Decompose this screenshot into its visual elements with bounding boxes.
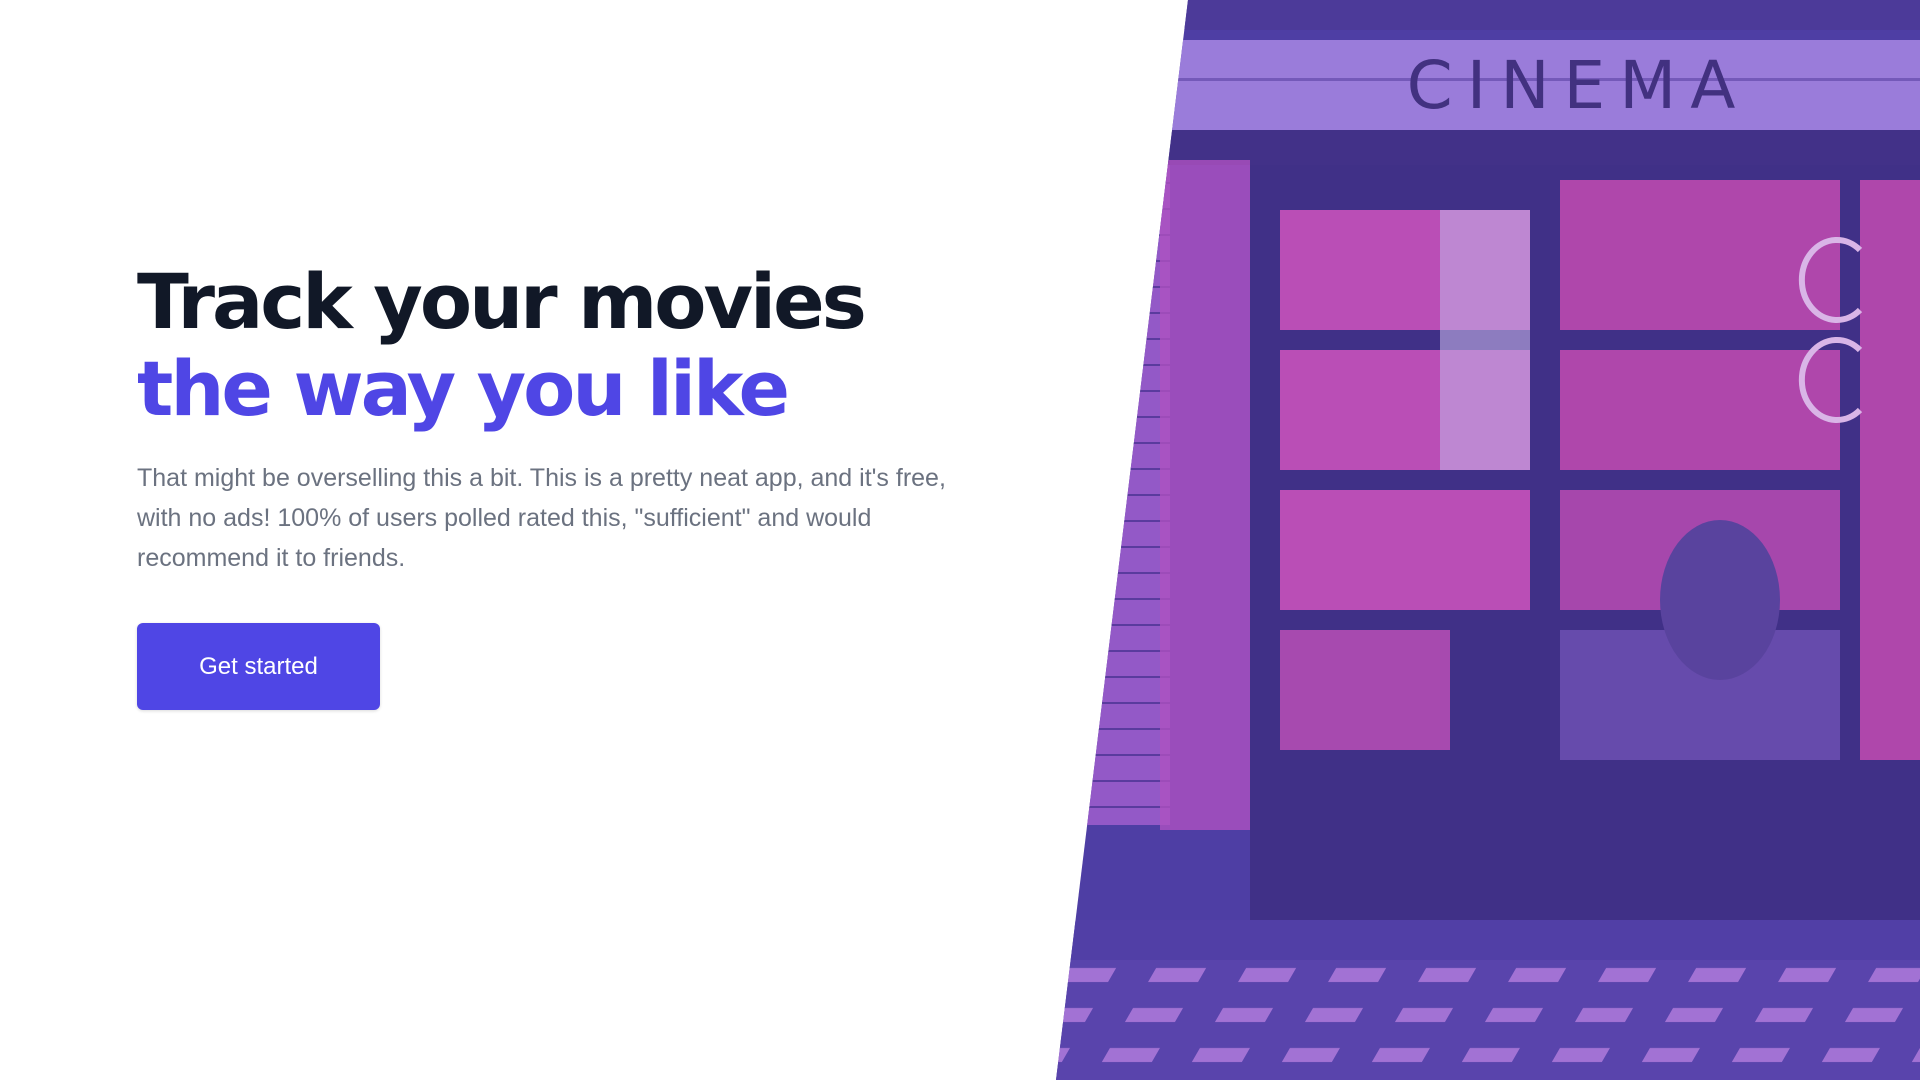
hero-title-line1: Track your movies xyxy=(137,257,867,346)
hero-description: That might be overselling this a bit. Th… xyxy=(137,464,946,572)
hero-title-line2: the way you like xyxy=(137,344,790,433)
hero-content: Track your movies the way you like That … xyxy=(137,258,997,578)
get-started-button[interactable]: Get started xyxy=(137,623,380,710)
hero-title: Track your movies the way you like xyxy=(137,258,997,432)
